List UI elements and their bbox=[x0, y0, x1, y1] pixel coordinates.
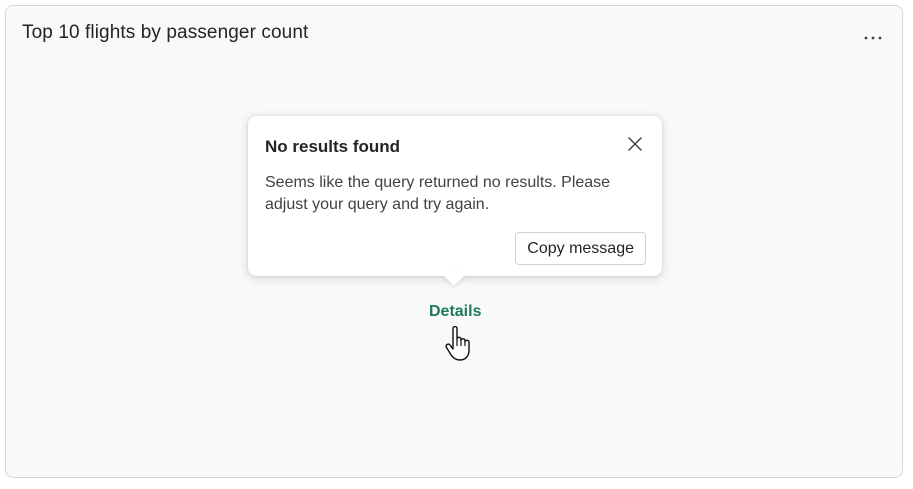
details-link[interactable]: Details bbox=[429, 303, 481, 321]
copy-message-button[interactable]: Copy message bbox=[515, 232, 646, 265]
popover-title: No results found bbox=[265, 137, 401, 156]
popover-arrow bbox=[444, 266, 464, 286]
hand-pointer-cursor bbox=[445, 326, 470, 361]
close-button[interactable] bbox=[626, 135, 644, 153]
close-icon bbox=[628, 137, 642, 151]
card-title: Top 10 flights by passenger count bbox=[22, 22, 309, 43]
visual-card: Top 10 flights by passenger count No res… bbox=[5, 5, 903, 478]
popover-message: Seems like the query returned no results… bbox=[265, 174, 611, 213]
more-options-button[interactable] bbox=[862, 28, 884, 48]
error-popover: No results found Seems like the query re… bbox=[248, 116, 662, 286]
more-horizontal-icon bbox=[864, 36, 882, 40]
